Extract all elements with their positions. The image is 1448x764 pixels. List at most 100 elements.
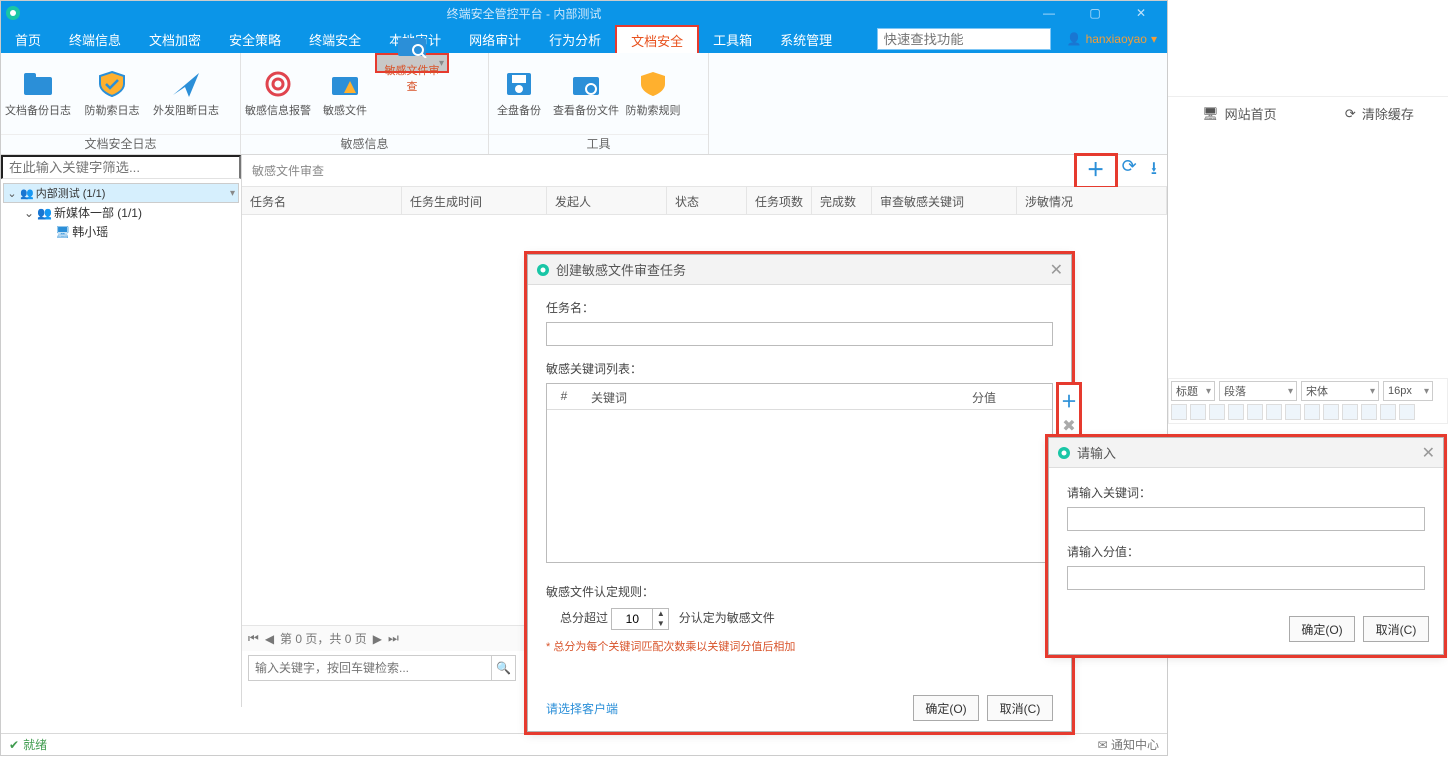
target-icon — [262, 70, 294, 98]
rib-ransom-log[interactable]: 防勒索日志 — [75, 53, 149, 134]
pager-prev[interactable]: ◀ — [265, 632, 274, 646]
dialog-cancel-button[interactable]: 取消(C) — [987, 695, 1053, 721]
pager-last[interactable]: ⏭ — [388, 631, 399, 646]
user-name: hanxiaoyao — [1086, 32, 1147, 46]
editor-icon[interactable] — [1304, 404, 1320, 420]
editor-icon[interactable] — [1266, 404, 1282, 420]
user-icon: 👤 — [1067, 32, 1082, 46]
user-menu[interactable]: 👤 hanxiaoyao ▾ — [1057, 25, 1167, 53]
editor-icon[interactable] — [1209, 404, 1225, 420]
tree-node-user[interactable]: 🖥 韩小瑶 — [3, 222, 239, 241]
editor-icon[interactable] — [1285, 404, 1301, 420]
keyword-search-input[interactable] — [248, 655, 492, 681]
menu-terminal-security[interactable]: 终端安全 — [295, 25, 375, 53]
dialog-close-button[interactable]: ✕ — [1422, 443, 1435, 463]
score-threshold-input[interactable] — [612, 609, 652, 629]
quick-search-input[interactable] — [877, 28, 1051, 50]
close-button[interactable]: ✕ — [1119, 1, 1163, 25]
status-text: 就绪 — [23, 736, 47, 753]
col-status[interactable]: 状态 — [667, 187, 747, 214]
col-taskname[interactable]: 任务名 — [242, 187, 402, 214]
add-task-button[interactable]: ＋ — [1087, 160, 1105, 180]
dialog-ok-button[interactable]: 确定(O) — [1289, 616, 1355, 642]
col-gentime[interactable]: 任务生成时间 — [402, 187, 547, 214]
editor-icon[interactable] — [1247, 404, 1263, 420]
spinner-up[interactable]: ▲ — [653, 609, 668, 619]
rib-sensitive-files[interactable]: 敏感文件 — [315, 53, 375, 134]
menu-system[interactable]: 系统管理 — [766, 25, 846, 53]
dialog-close-button[interactable]: ✕ — [1050, 260, 1063, 280]
add-keyword-button[interactable]: ＋ — [1061, 388, 1077, 412]
editor-icon[interactable] — [1323, 404, 1339, 420]
menu-toolbox[interactable]: 工具箱 — [699, 25, 766, 53]
rib-sensitive-alert[interactable]: 敏感信息报警 — [241, 53, 315, 134]
tree-node-dept[interactable]: ⌄ 👥 新媒体一部 (1/1) — [3, 203, 239, 222]
export-button[interactable]: ⭳ — [1151, 156, 1157, 186]
label-rule: 敏感文件认定规则： — [546, 583, 1053, 600]
keyword-input[interactable] — [1067, 507, 1425, 531]
menu-behavior[interactable]: 行为分析 — [535, 25, 615, 53]
rib-outgoing-block-log[interactable]: 外发阻断日志 — [149, 53, 223, 134]
search-button[interactable]: 🔍 — [492, 655, 516, 681]
rib-ransom-rules[interactable]: 防勒索规则 — [623, 53, 683, 134]
menu-terminal-info[interactable]: 终端信息 — [55, 25, 135, 53]
spinner-down[interactable]: ▼ — [653, 619, 668, 629]
ribbon: 文档备份日志 防勒索日志 外发阻断日志 文档安全日志 敏感信息报警 — [1, 53, 1167, 155]
twisty-icon[interactable]: ⌄ — [23, 206, 35, 220]
rib-doc-backup-log[interactable]: 文档备份日志 — [1, 53, 75, 134]
grid-header: 任务名 任务生成时间 发起人 状态 任务项数 完成数 审查敏感关键词 涉敏情况 — [242, 187, 1167, 215]
pager-first[interactable]: ⏮ — [248, 631, 259, 646]
label-input-score: 请输入分值： — [1067, 543, 1425, 560]
score-input[interactable] — [1067, 566, 1425, 590]
editor-icon[interactable] — [1228, 404, 1244, 420]
editor-font-select[interactable]: 宋体 — [1301, 381, 1379, 401]
col-items[interactable]: 任务项数 — [747, 187, 812, 214]
footer-search: 🔍 — [242, 651, 522, 685]
menu-doc-encrypt[interactable]: 文档加密 — [135, 25, 215, 53]
col-sensitive[interactable]: 涉敏情况 — [1017, 187, 1167, 214]
dialog-cancel-button[interactable]: 取消(C) — [1363, 616, 1429, 642]
editor-icon[interactable] — [1342, 404, 1358, 420]
rp-home-link[interactable]: 🖥网站首页 — [1202, 104, 1277, 123]
status-bar: ✔ 就绪 ✉ 通知中心 — [1, 733, 1167, 755]
rp-clear-cache[interactable]: ⟳清除缓存 — [1345, 104, 1414, 123]
menu-security-policy[interactable]: 安全策略 — [215, 25, 295, 53]
refresh-button[interactable]: ⟳ — [1122, 156, 1137, 186]
menu-doc-security[interactable]: 文档安全 — [615, 25, 699, 53]
menu-network-audit[interactable]: 网络审计 — [455, 25, 535, 53]
sidebar: ⌄ 👥 内部测试 (1/1) ⌄ 👥 新媒体一部 (1/1) 🖥 韩小瑶 — [1, 155, 242, 707]
notification-center[interactable]: ✉ 通知中心 — [1098, 736, 1159, 753]
rib-view-backup[interactable]: 查看备份文件 — [549, 53, 623, 134]
pager-next[interactable]: ▶ — [373, 632, 382, 646]
editor-size-select[interactable]: 16px — [1383, 381, 1433, 401]
twisty-icon[interactable]: ⌄ — [6, 187, 18, 200]
menu-home[interactable]: 首页 — [1, 25, 55, 53]
select-client-link[interactable]: 请选择客户端 — [546, 700, 618, 717]
rib-sensitive-review[interactable]: 敏感文件审查 — [375, 53, 449, 73]
tree-filter-input[interactable] — [1, 155, 241, 179]
tree-node-label: 新媒体一部 (1/1) — [54, 204, 142, 221]
dialog-logo-icon — [1057, 446, 1071, 460]
editor-icon[interactable] — [1190, 404, 1206, 420]
col-done[interactable]: 完成数 — [812, 187, 872, 214]
col-initiator[interactable]: 发起人 — [547, 187, 667, 214]
editor-icon[interactable] — [1171, 404, 1187, 420]
editor-icon[interactable] — [1361, 404, 1377, 420]
editor-para-select[interactable]: 段落 — [1219, 381, 1297, 401]
taskname-input[interactable] — [546, 322, 1053, 346]
editor-icon[interactable] — [1399, 404, 1415, 420]
tree-node-root[interactable]: ⌄ 👥 内部测试 (1/1) — [3, 183, 239, 203]
save-icon — [503, 70, 535, 98]
menu-bar: 首页 终端信息 文档加密 安全策略 终端安全 本地审计 网络审计 行为分析 文档… — [1, 25, 1167, 53]
dialog-ok-button[interactable]: 确定(O) — [913, 695, 979, 721]
maximize-button[interactable]: ▢ — [1073, 1, 1117, 25]
editor-icon[interactable] — [1380, 404, 1396, 420]
ribbon-group-caption: 敏感信息 — [241, 134, 488, 154]
col-keywords[interactable]: 审查敏感关键词 — [872, 187, 1017, 214]
editor-style-select[interactable]: 标题 — [1171, 381, 1215, 401]
rib-full-backup[interactable]: 全盘备份 — [489, 53, 549, 134]
score-threshold-spinner[interactable]: ▲▼ — [611, 608, 669, 630]
minimize-button[interactable]: — — [1027, 1, 1071, 25]
kw-col-index: # — [547, 384, 581, 409]
remove-keyword-button[interactable]: ✖ — [1062, 416, 1075, 436]
